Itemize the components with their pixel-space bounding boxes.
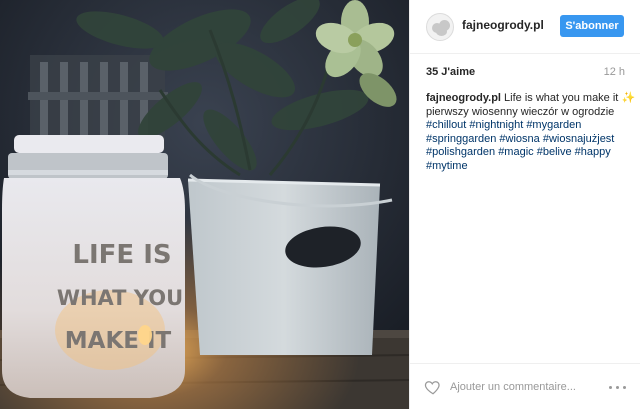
username-link[interactable]: fajneogrody.pl (462, 18, 544, 32)
lantern-text-line-1: LIFE IS (72, 240, 171, 270)
post-header: fajneogrody.pl S'abonner (410, 0, 640, 54)
hashtag-link[interactable]: #magic (498, 146, 533, 158)
post-photo: LIFE IS WHAT YOU MAKE IT (0, 0, 409, 409)
post-sidebar: fajneogrody.pl S'abonner 35 J'aime 12 h … (409, 0, 640, 409)
caption-text: Life is what you make it (504, 92, 619, 104)
hashtag-link[interactable]: #wiosnajużjest (543, 133, 615, 145)
hashtag-link[interactable]: #mytime (426, 160, 468, 172)
hashtag-link[interactable]: #mygarden (526, 119, 581, 131)
hashtag-link[interactable]: #polishgarden (426, 146, 495, 158)
sparkles-icon: ✨ (621, 92, 636, 104)
hashtag-link[interactable]: #wiosna (499, 133, 539, 145)
hashtag-link[interactable]: #happy (575, 146, 611, 158)
post-timestamp[interactable]: 12 h (604, 66, 625, 78)
lantern-text-line-3: MAKE IT (65, 328, 172, 354)
hashtag-link[interactable]: #springgarden (426, 133, 496, 145)
hashtag-link[interactable]: #belive (537, 146, 572, 158)
post-caption: fajneogrody.pl Life is what you make it … (426, 92, 635, 173)
heart-outline-icon[interactable] (424, 378, 442, 396)
follow-button[interactable]: S'abonner (560, 15, 624, 37)
likes-count[interactable]: 35 J'aime (426, 66, 475, 78)
hashtag-line: #polishgarden #magic #belive #happy (426, 146, 626, 160)
caption-username[interactable]: fajneogrody.pl (426, 92, 501, 104)
hashtag-line: #springgarden #wiosna #wiosnajużjest (426, 133, 626, 147)
lantern-text-line-2: WHAT YOU (57, 286, 183, 310)
hashtag-link[interactable]: #chillout (426, 119, 466, 131)
post-stats: 35 J'aime 12 h (410, 60, 640, 82)
caption-first-line: fajneogrody.pl Life is what you make it … (426, 92, 635, 106)
hashtag-list: #chillout #nightnight #mygarden #springga… (426, 119, 626, 173)
post-footer (410, 363, 640, 409)
hashtag-link[interactable]: #nightnight (469, 119, 523, 131)
ellipsis-icon[interactable] (607, 378, 627, 396)
caption-second-line: pierwszy wiosenny wieczór w ogrodzie (426, 105, 615, 118)
hashtag-line: #mytime (426, 160, 626, 174)
avatar[interactable] (426, 13, 454, 41)
hashtag-line: #chillout #nightnight #mygarden (426, 119, 626, 133)
comment-input[interactable] (450, 378, 600, 396)
